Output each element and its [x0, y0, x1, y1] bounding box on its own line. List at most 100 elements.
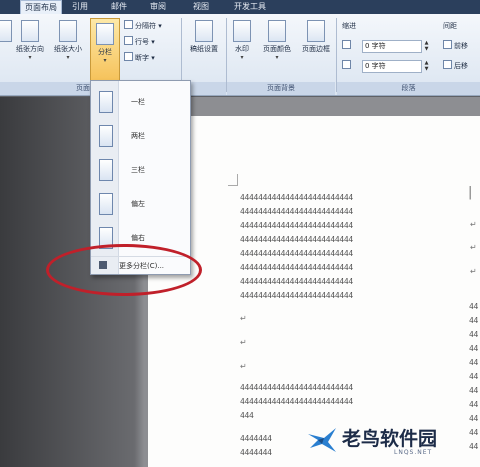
spacing-after-icon: [443, 60, 452, 69]
columns-icon: [96, 23, 114, 45]
manuscript-label: 稿纸设置: [190, 45, 218, 53]
text-line: 4444444444444444444444444: [240, 263, 353, 272]
text-line: 44: [469, 358, 479, 367]
paragraph-mark: ↵: [240, 314, 247, 323]
paragraph-mark: ↵: [240, 362, 247, 371]
text-line: 44: [469, 442, 479, 451]
hyphenation-button[interactable]: 断字 ▾: [124, 52, 155, 64]
position-item1-label: 前移: [454, 42, 468, 50]
document-page[interactable]: 4444444444444444444444444 44444444444444…: [148, 116, 480, 467]
margins-icon: [0, 20, 12, 42]
page-borders-label: 页面边框: [302, 45, 330, 53]
text-line: 4444444444444444444444444: [240, 249, 353, 258]
spacing-title: 间距: [443, 22, 457, 30]
tab-developer[interactable]: 开发工具: [226, 0, 274, 14]
orientation-icon: [21, 20, 39, 42]
left-column-icon: [99, 193, 113, 215]
text-line: 4444444: [240, 448, 272, 457]
paragraph-mark: ↵: [470, 220, 477, 229]
chevron-down-icon: ▾: [66, 54, 70, 61]
watermark-subtext: LNQS.NET: [394, 449, 433, 456]
columns-option-one[interactable]: 一栏: [91, 85, 190, 119]
tab-review[interactable]: 审阅: [143, 0, 173, 14]
columns-option-label: 两栏: [131, 132, 145, 140]
two-columns-icon: [99, 125, 113, 147]
text-line: 4444444444444444444444444: [240, 397, 353, 406]
chevron-down-icon: ▾: [28, 54, 32, 61]
columns-option-three[interactable]: 三栏: [91, 153, 190, 187]
text-line: 4444444444444444444444444: [240, 207, 353, 216]
group-divider: [336, 18, 337, 92]
margins-button[interactable]: [0, 20, 12, 42]
indent-right-input[interactable]: 0 字符: [362, 60, 422, 73]
position-after-button[interactable]: 后移: [443, 60, 468, 72]
text-line: 44: [469, 330, 479, 339]
group-divider: [226, 18, 227, 92]
page-color-label: 页面颜色: [263, 45, 291, 53]
text-line: 4444444: [240, 434, 272, 443]
three-columns-icon: [99, 159, 113, 181]
position-item2-label: 后移: [454, 62, 468, 70]
watermark-label: 水印: [235, 45, 249, 53]
text-line: 4444444444444444444444444: [240, 277, 353, 286]
hyphenation-label: 断字: [135, 54, 149, 62]
line-numbers-label: 行号: [135, 38, 149, 46]
paragraph-mark: ↵: [240, 338, 247, 347]
columns-option-label: 一栏: [131, 98, 145, 106]
text-line: 44: [469, 414, 479, 423]
indent-right-label: [342, 60, 353, 72]
tab-page-layout[interactable]: 页面布局: [20, 0, 62, 14]
watermark-icon: [233, 20, 251, 42]
text-line: 444: [240, 411, 254, 420]
text-line: 4444444444444444444444444: [240, 291, 353, 300]
text-line: 44: [469, 400, 479, 409]
text-line: 44: [469, 372, 479, 381]
indent-left-spinner[interactable]: ▲ ▼: [423, 40, 430, 53]
manuscript-button[interactable]: 稿纸设置: [186, 20, 222, 54]
orientation-button[interactable]: 纸张方向 ▾: [12, 20, 48, 61]
page-borders-icon: [307, 20, 325, 42]
orientation-label: 纸张方向: [16, 45, 44, 53]
text-line: 44: [469, 302, 479, 311]
chevron-down-icon: ▾: [103, 57, 107, 64]
breaks-button[interactable]: 分隔符 ▾: [124, 20, 162, 32]
columns-button[interactable]: 分栏 ▾: [90, 18, 120, 82]
indent-right-spinner[interactable]: ▲ ▼: [423, 60, 430, 73]
text-cursor: |: [468, 185, 473, 200]
columns-option-two[interactable]: 两栏: [91, 119, 190, 153]
hyphenation-icon: [124, 52, 133, 61]
text-line: 4444444444444444444444444: [240, 221, 353, 230]
position-before-button[interactable]: 前移: [443, 40, 468, 52]
text-line: 44: [469, 316, 479, 325]
paragraph-mark: ↵: [470, 267, 477, 276]
text-line: 4444444444444444444444444: [240, 193, 353, 202]
page-borders-button[interactable]: 页面边框: [298, 20, 334, 54]
bird-logo-icon: [308, 428, 336, 452]
ribbon: 纸张方向 ▾ 纸张大小 ▾ 分栏 ▾ 分隔符 ▾ 行号 ▾ 断字 ▾ 页面设置 …: [0, 14, 480, 96]
watermark-text: 老鸟软件园: [342, 428, 438, 450]
ribbon-tab-bar: 页面布局 引用 邮件 审阅 视图 开发工具: [0, 0, 480, 14]
tab-references[interactable]: 引用: [68, 0, 92, 14]
tab-view[interactable]: 视图: [186, 0, 216, 14]
columns-option-label: 偏左: [131, 200, 145, 208]
chevron-down-icon: ▾: [275, 54, 279, 61]
page-background-group-label: 页面背景: [227, 82, 335, 95]
tab-mailings[interactable]: 邮件: [104, 0, 134, 14]
size-button[interactable]: 纸张大小 ▾: [50, 20, 86, 61]
breaks-icon: [124, 20, 133, 29]
columns-option-left[interactable]: 偏左: [91, 187, 190, 221]
watermark-button[interactable]: 水印 ▾: [228, 20, 256, 61]
text-line: 44: [469, 428, 479, 437]
page-color-icon: [268, 20, 286, 42]
indent-left-label: [342, 40, 353, 52]
paragraph-mark: ↵: [470, 243, 477, 252]
paper-size-icon: [59, 20, 77, 42]
indent-left-input[interactable]: 0 字符: [362, 40, 422, 53]
paragraph-group-label: 段落: [337, 82, 480, 95]
line-numbers-button[interactable]: 行号 ▾: [124, 36, 155, 48]
breaks-label: 分隔符: [135, 22, 156, 30]
size-label: 纸张大小: [54, 45, 82, 53]
one-column-icon: [99, 91, 113, 113]
indent-right-icon: [342, 60, 351, 69]
page-color-button[interactable]: 页面颜色 ▾: [258, 20, 296, 61]
